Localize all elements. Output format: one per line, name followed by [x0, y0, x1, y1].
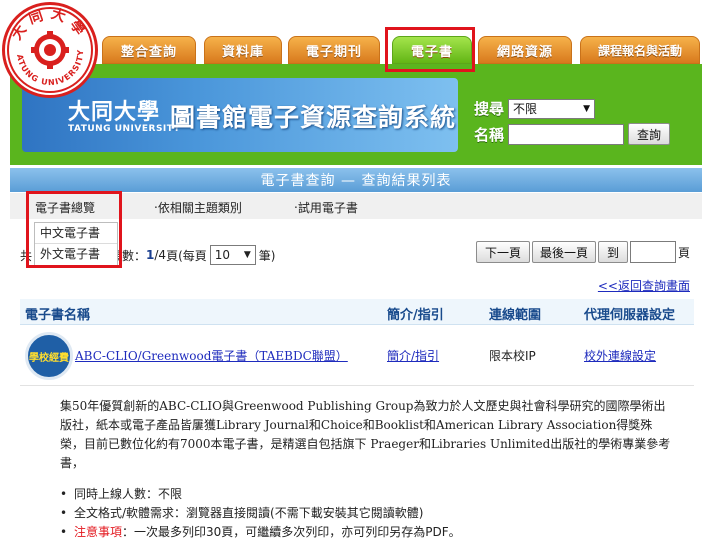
per-page-prefix: 頁(每頁	[166, 248, 207, 263]
per-page-value: 10	[214, 248, 231, 262]
logo-emblem-icon: 大同大學 TATUNG UNIVERSITY	[5, 5, 93, 93]
banner-system-title: 圖書館電子資源查詢系統	[170, 103, 457, 132]
list-item: 注意事項：一次最多列印30頁，可繼續多次列印，亦可列印另存為PDF。	[60, 523, 664, 538]
note-text: 全文格式/軟體需求：瀏覽器直接閱讀(不需下載安裝其它閱讀軟體)	[74, 506, 424, 520]
note-text: 同時上線人數：不限	[74, 487, 183, 501]
column-header-intro: 簡介/指引	[387, 308, 444, 323]
funding-badge-text: 學校經費	[29, 352, 69, 364]
tab-label: 電子期刊	[305, 44, 362, 60]
page-subtitle-bar: 電子書查詢 — 查詢結果列表	[10, 168, 702, 192]
tab-courses-events[interactable]: 課程報名與活動	[580, 36, 700, 64]
highlight-box-overview-menu	[26, 191, 122, 268]
tab-databases[interactable]: 資料庫	[204, 36, 282, 64]
list-item: 同時上線人數：不限	[60, 485, 664, 504]
access-range: 限本校IP	[489, 349, 536, 363]
tab-label: 課程報名與活動	[597, 43, 682, 58]
column-header-proxy: 代理伺服器設定	[584, 308, 676, 323]
proxy-settings-link[interactable]: 校外連線設定	[584, 347, 656, 364]
total-pages: /4	[154, 248, 167, 262]
next-page-button[interactable]: 下一頁	[475, 241, 530, 263]
tab-label: 資料庫	[221, 44, 264, 60]
search-scope-select[interactable]: 不限 ▼	[508, 98, 595, 119]
note-text: ：一次最多列印30頁，可繼續多次列印，亦可列印另存為PDF。	[122, 525, 461, 538]
list-item: 全文格式/軟體需求：瀏覽器直接閱讀(不需下載安裝其它閱讀軟體)	[60, 504, 664, 523]
table-row: 學校經費 ABC-CLIO/Greenwood電子書（TAEBDC聯盟） 簡介/…	[20, 326, 694, 386]
page-suffix: 頁	[677, 245, 690, 260]
results-table-header: 電子書名稱 簡介/指引 連線範圍 代理伺服器設定	[20, 299, 694, 325]
pagination-controls: 下一頁 最後一頁 到 頁	[475, 241, 690, 263]
chevron-down-icon: ▼	[243, 250, 251, 260]
back-to-search-link[interactable]: <<返回查詢畫面	[598, 277, 690, 294]
banner-school-name: 大同大學	[68, 99, 161, 125]
column-header-title: 電子書名稱	[25, 308, 91, 323]
funding-badge-icon: 學校經費	[25, 332, 73, 380]
nav-item-trial[interactable]: ‧試用電子書	[294, 199, 358, 216]
tab-integrated-search[interactable]: 整合查詢	[102, 36, 196, 64]
per-page-suffix: 筆)	[258, 248, 276, 263]
column-header-range: 連線範圍	[489, 308, 542, 323]
note-warning-label: 注意事項	[74, 525, 123, 538]
goto-page-button[interactable]: 到	[597, 241, 628, 263]
description-text: 集50年優質創新的ABC-CLIO與Greenwood Publishing G…	[60, 399, 671, 470]
university-logo[interactable]: 大同大學 TATUNG UNIVERSITY	[2, 2, 98, 98]
ebook-title-link[interactable]: ABC-CLIO/Greenwood電子書（TAEBDC聯盟）	[75, 347, 348, 364]
per-page-select[interactable]: 10 ▼	[209, 245, 256, 265]
goto-page-input[interactable]	[629, 241, 676, 263]
search-submit-button[interactable]: 查詢	[628, 123, 670, 145]
last-page-button[interactable]: 最後一頁	[531, 241, 596, 263]
tab-ejournals[interactable]: 電子期刊	[288, 36, 380, 64]
nav-item-subject[interactable]: ‧依相關主題類別	[154, 199, 242, 216]
tab-label: 整合查詢	[120, 44, 177, 60]
tab-label: 網路資源	[496, 44, 553, 60]
name-field-label: 名稱	[474, 125, 505, 144]
ebook-notes-list: 同時上線人數：不限 全文格式/軟體需求：瀏覽器直接閱讀(不需下載安裝其它閱讀軟體…	[60, 485, 664, 538]
current-page: 1	[146, 248, 155, 262]
intro-guide-link[interactable]: 簡介/指引	[387, 347, 439, 364]
banner-school-name-en: TATUNG UNIVERSITY	[68, 124, 181, 134]
highlight-box-ebooks-tab	[385, 27, 475, 72]
page-subtitle: 電子書查詢 — 查詢結果列表	[260, 173, 452, 189]
chevron-down-icon: ▼	[583, 103, 590, 114]
tab-web-resources[interactable]: 網路資源	[478, 36, 572, 64]
name-input[interactable]	[508, 123, 624, 145]
search-scope-value: 不限	[513, 102, 538, 116]
ebook-description: 集50年優質創新的ABC-CLIO與Greenwood Publishing G…	[38, 387, 688, 538]
search-field-label: 搜尋	[474, 100, 505, 118]
